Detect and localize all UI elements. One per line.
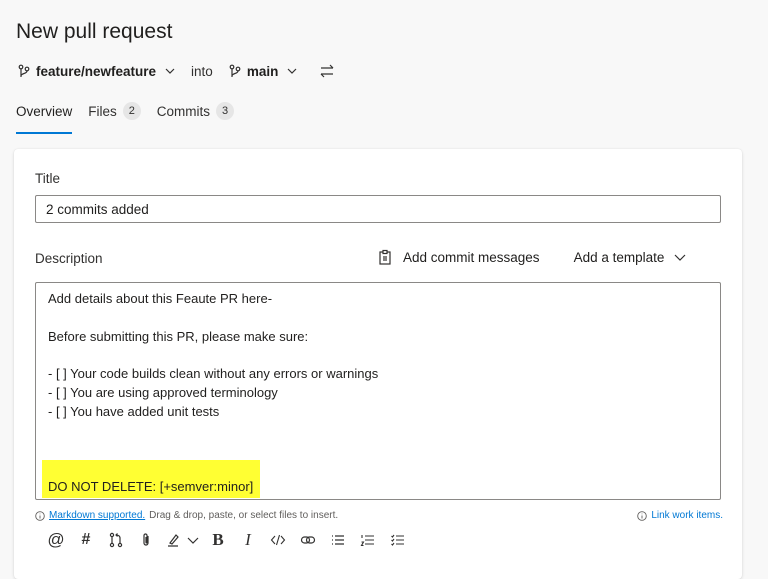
- tab-files-label: Files: [88, 103, 117, 119]
- highlight-button[interactable]: [162, 529, 202, 551]
- description-line-highlighted: DO NOT DELETE: [+semver:minor]: [48, 479, 254, 494]
- into-label: into: [191, 63, 213, 79]
- pull-request-icon: [109, 532, 123, 548]
- chevron-down-icon: [674, 254, 686, 261]
- description-editor[interactable]: Add details about this Feaute PR here- B…: [35, 282, 721, 500]
- formatting-toolbar: @ # B I: [42, 529, 414, 551]
- add-commit-messages-label: Add commit messages: [403, 249, 540, 265]
- add-template-label: Add a template: [573, 249, 665, 265]
- tab-files[interactable]: Files 2: [88, 100, 141, 122]
- code-button[interactable]: [264, 529, 292, 551]
- branch-icon: [229, 64, 241, 77]
- mention-icon: @: [47, 530, 65, 549]
- pr-form-card: Title Description Add commit messages Ad…: [14, 149, 742, 579]
- checklist-button[interactable]: [384, 529, 412, 551]
- clipboard-icon: [379, 249, 391, 265]
- chevron-down-icon[interactable]: [165, 66, 175, 76]
- hash-icon: #: [81, 531, 91, 548]
- tab-commits[interactable]: Commits 3: [156, 100, 235, 122]
- info-icon: [35, 510, 45, 521]
- title-label: Title: [35, 171, 61, 186]
- commits-count-badge: 3: [216, 102, 235, 120]
- paperclip-icon: [143, 533, 149, 546]
- highlighter-icon: [168, 534, 179, 547]
- description-line: - [ ] You have added unit tests: [48, 404, 220, 419]
- bullet-list-button[interactable]: [324, 529, 352, 551]
- pull-request-mention-button[interactable]: [102, 529, 130, 551]
- description-line: - [ ] You are using approved terminology: [48, 385, 278, 400]
- description-label: Description: [35, 251, 103, 266]
- code-icon: [270, 534, 286, 546]
- numbered-list-icon: [360, 535, 374, 547]
- branch-selector-bar: feature/newfeature into main: [16, 61, 335, 81]
- branch-icon: [18, 64, 30, 77]
- tab-overview[interactable]: Overview: [16, 100, 73, 134]
- files-count-badge: 2: [122, 102, 141, 120]
- bold-icon: B: [212, 530, 224, 549]
- bold-button[interactable]: B: [204, 529, 232, 551]
- info-icon: [637, 510, 648, 521]
- link-work-items[interactable]: Link work items.: [637, 510, 723, 521]
- description-line: Add details about this Feaute PR here-: [48, 291, 273, 306]
- list-icon: [332, 535, 344, 545]
- title-input[interactable]: [35, 195, 721, 223]
- tab-overview-label: Overview: [16, 103, 73, 119]
- swap-branches-icon[interactable]: [319, 64, 335, 78]
- checklist-icon: [391, 534, 404, 546]
- italic-icon: I: [245, 530, 251, 549]
- description-line: Before submitting this PR, please make s…: [48, 329, 309, 344]
- tab-commits-label: Commits: [156, 103, 211, 119]
- markdown-hint: Markdown supported. Drag & drop, paste, …: [35, 510, 338, 521]
- tab-bar: Overview Files 2 Commits 3: [16, 100, 250, 134]
- italic-button[interactable]: I: [234, 529, 262, 551]
- markdown-hint-text: Drag & drop, paste, or select files to i…: [149, 510, 339, 521]
- link-icon: [300, 536, 316, 544]
- link-button[interactable]: [294, 529, 322, 551]
- page-title: New pull request: [16, 20, 173, 43]
- mention-button[interactable]: @: [42, 529, 70, 551]
- target-branch[interactable]: main: [247, 64, 279, 79]
- description-line: - [ ] Your code builds clean without any…: [48, 366, 379, 381]
- add-template-dropdown[interactable]: Add a template: [574, 250, 687, 265]
- chevron-down-icon: [187, 537, 199, 544]
- numbered-list-button[interactable]: [354, 529, 382, 551]
- source-branch[interactable]: feature/newfeature: [36, 64, 156, 79]
- work-item-button[interactable]: #: [72, 529, 100, 551]
- chevron-down-icon[interactable]: [287, 66, 297, 76]
- description-actions: Add commit messages Add a template: [377, 249, 686, 265]
- link-work-items-label: Link work items.: [651, 510, 723, 521]
- markdown-supported-link[interactable]: Markdown supported.: [49, 510, 145, 521]
- attach-button[interactable]: [132, 529, 160, 551]
- add-commit-messages-button[interactable]: Add commit messages: [377, 249, 540, 265]
